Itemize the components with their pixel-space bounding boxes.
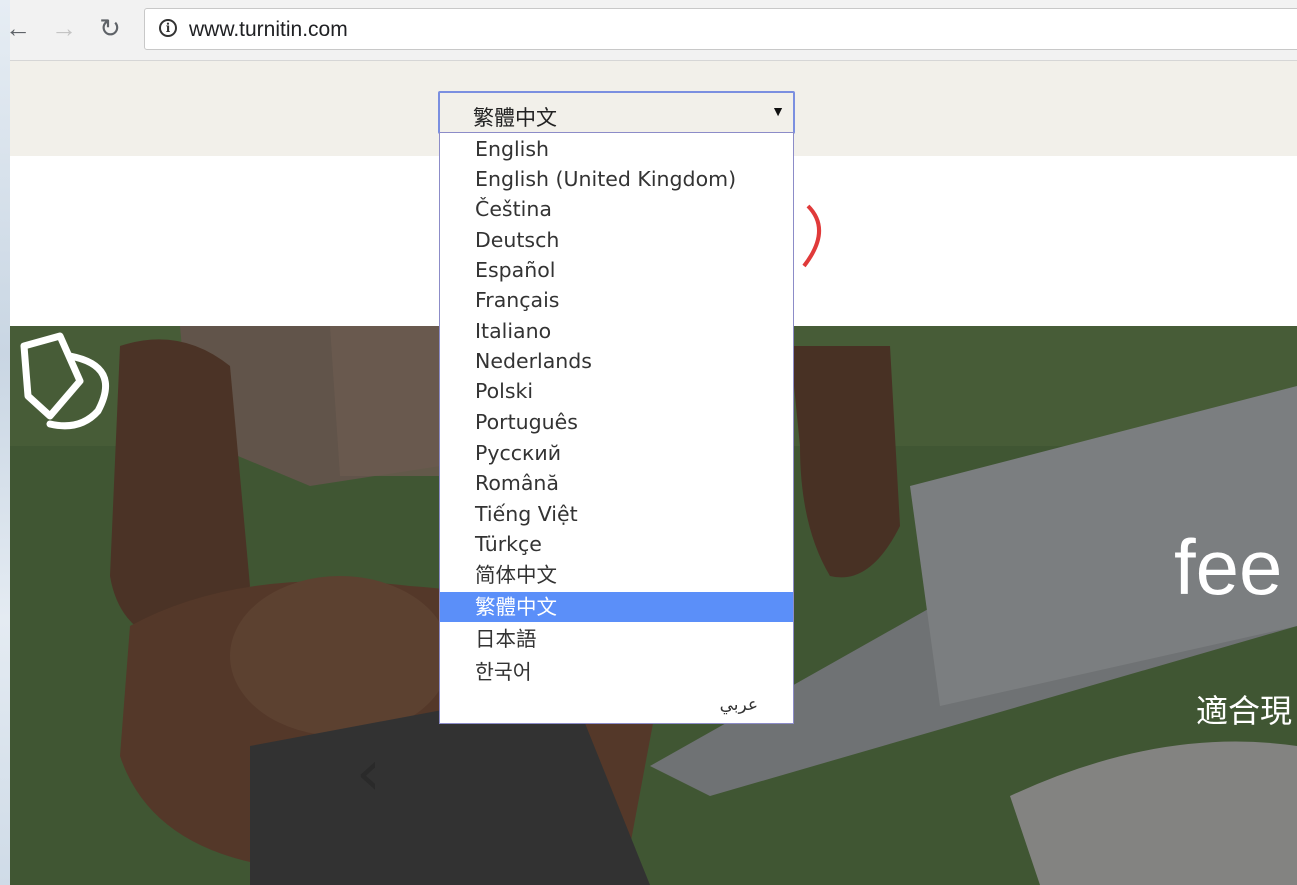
language-option[interactable]: Español: [440, 255, 793, 285]
language-option[interactable]: 한국어: [440, 657, 793, 687]
language-option[interactable]: Deutsch: [440, 225, 793, 255]
language-select-value: 繁體中文: [473, 106, 557, 130]
language-option[interactable]: Português: [440, 407, 793, 437]
language-option[interactable]: Français: [440, 285, 793, 315]
language-option[interactable]: Türkçe: [440, 529, 793, 559]
carousel-prev-icon[interactable]: ‹: [356, 742, 381, 804]
language-option[interactable]: Русский: [440, 438, 793, 468]
language-option[interactable]: Nederlands: [440, 346, 793, 376]
hero-tagline: 適合現: [1196, 692, 1293, 730]
url-text[interactable]: www.turnitin.com: [189, 18, 348, 42]
language-option[interactable]: Polski: [440, 376, 793, 406]
language-option[interactable]: 简体中文: [440, 560, 793, 590]
forward-arrow-icon[interactable]: →: [50, 14, 78, 42]
language-select[interactable]: 繁體中文 ▼: [438, 91, 795, 134]
language-option[interactable]: 日本語: [440, 624, 793, 654]
desktop-background: [0, 0, 10, 885]
browser-toolbar: ← → ↻ i www.turnitin.com: [10, 0, 1297, 61]
language-option[interactable]: Tiếng Việt: [440, 499, 793, 529]
feedback-studio-logo-icon: [20, 332, 110, 430]
language-option[interactable]: Italiano: [440, 316, 793, 346]
info-icon[interactable]: i: [159, 19, 177, 37]
language-option[interactable]: English (United Kingdom): [440, 164, 793, 194]
dropdown-arrow-icon: ▼: [771, 103, 785, 119]
language-option[interactable]: عربي: [440, 690, 793, 720]
brand-text: fee: [1174, 523, 1283, 611]
address-bar[interactable]: i www.turnitin.com: [144, 8, 1297, 50]
language-option[interactable]: English: [440, 134, 793, 164]
reload-icon[interactable]: ↻: [96, 14, 124, 42]
language-option[interactable]: Română: [440, 468, 793, 498]
language-option[interactable]: Čeština: [440, 194, 793, 224]
language-option[interactable]: 繁體中文: [440, 592, 793, 622]
back-arrow-icon[interactable]: ←: [10, 14, 32, 42]
browser-window: ← → ↻ i www.turnitin.com 繁體中文 ▼ ‹ fee 適合…: [10, 0, 1297, 885]
language-dropdown-list[interactable]: English English (United Kingdom) Čeština De…: [439, 132, 794, 724]
